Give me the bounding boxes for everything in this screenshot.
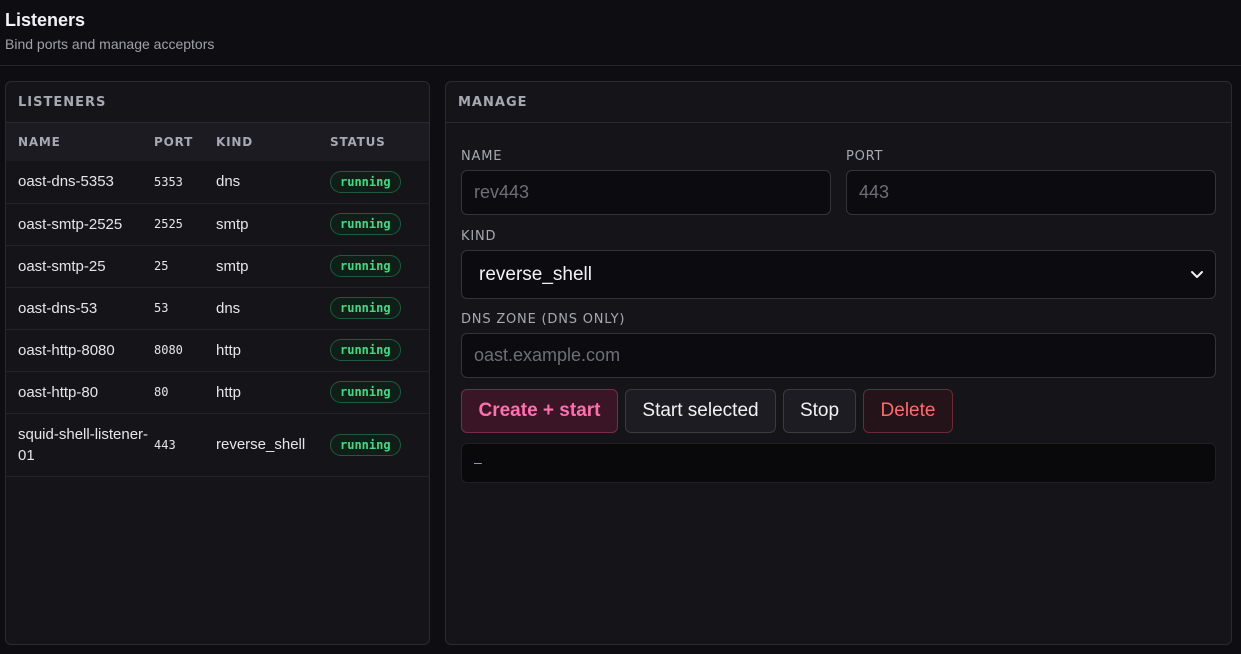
table-row[interactable]: oast-dns-53 53 dns running [6,287,429,329]
column-header-status: STATUS [330,135,386,149]
listener-port: 25 [154,259,169,273]
listener-kind: http [216,341,242,359]
listeners-panel-title: LISTENERS [6,82,429,123]
table-row[interactable]: oast-http-80 80 http running [6,371,429,413]
listener-port: 5353 [154,174,183,189]
listeners-panel: LISTENERS NAME PORT KIND STATUS oast-dns… [5,81,430,645]
status-badge: running [330,433,401,456]
column-header-name: NAME [18,135,61,149]
table-row[interactable]: oast-dns-5353 5353 dns running [6,161,429,203]
listener-kind: http [216,383,242,401]
start-selected-button[interactable]: Start selected [625,389,776,433]
listener-kind: dns [216,299,241,317]
status-badge: running [330,255,401,277]
table-header-row: NAME PORT KIND STATUS [6,123,429,161]
listener-name: oast-dns-5353 [18,173,114,191]
manage-panel: MANAGE NAME PORT KIND reverse_shell DNS … [445,81,1232,645]
listener-name: squid-shell-listener-01 [18,425,149,464]
listener-name: oast-http-80 [18,383,99,401]
table-row[interactable]: squid-shell-listener-01 443 reverse_shel… [6,413,429,476]
kind-label: KIND [461,229,497,244]
column-header-kind: KIND [216,135,253,149]
page-header: Listeners Bind ports and manage acceptor… [0,0,1241,66]
listener-port: 2525 [154,217,183,231]
status-badge: running [330,381,401,403]
name-label: NAME [461,149,503,164]
stop-button[interactable]: Stop [783,389,856,433]
output-box: — [461,443,1216,483]
listeners-table: NAME PORT KIND STATUS oast-dns-5353 5353… [6,123,429,477]
create-start-button[interactable]: Create + start [461,389,618,433]
kind-select[interactable]: reverse_shell [461,250,1216,299]
status-badge: running [330,297,401,319]
dns-zone-label: DNS ZONE (DNS ONLY) [461,312,626,327]
table-row[interactable]: oast-http-8080 8080 http running [6,329,429,371]
listener-kind: dns [216,173,241,191]
chevron-down-icon [1191,271,1203,278]
listener-name: oast-http-8080 [18,341,115,359]
listener-name: oast-dns-53 [18,299,98,317]
dns-zone-input[interactable] [461,333,1216,378]
manage-panel-title: MANAGE [446,82,1231,123]
table-row[interactable]: oast-smtp-25 25 smtp running [6,245,429,287]
listener-kind: smtp [216,257,249,275]
status-badge: running [330,339,401,361]
port-label: PORT [846,149,884,164]
listener-port: 443 [154,437,176,452]
kind-selected-value: reverse_shell [479,263,592,285]
name-input[interactable] [461,170,831,215]
listener-kind: smtp [216,215,249,233]
port-input[interactable] [846,170,1216,215]
column-header-port: PORT [154,135,194,149]
page-title: Listeners [5,10,86,30]
table-row[interactable]: oast-smtp-2525 2525 smtp running [6,203,429,245]
listener-port: 53 [154,301,169,315]
status-badge: running [330,213,401,235]
listener-port: 8080 [154,343,183,357]
listener-name: oast-smtp-25 [18,257,106,275]
listener-port: 80 [154,385,169,399]
listener-name: oast-smtp-2525 [18,215,123,233]
listener-kind: reverse_shell [216,436,306,453]
page-subtitle: Bind ports and manage acceptors [5,36,215,52]
delete-button[interactable]: Delete [863,389,953,433]
status-badge: running [330,170,401,193]
